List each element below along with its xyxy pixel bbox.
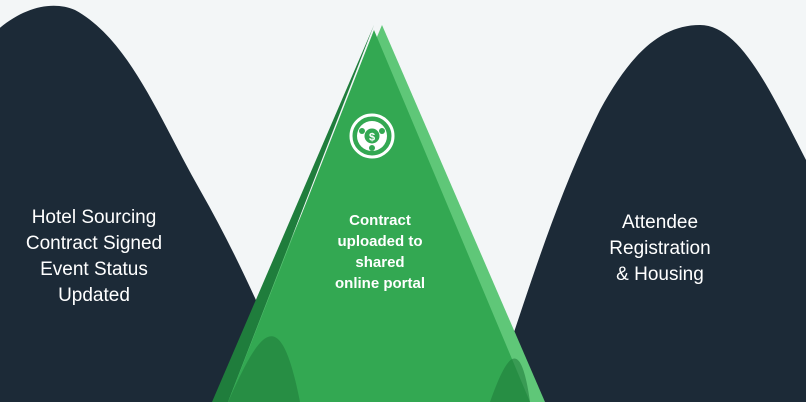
stage-label-contract-uploaded: Contract uploaded to shared online porta… bbox=[335, 212, 425, 292]
diagram-shapes bbox=[0, 5, 806, 402]
stage-label-hotel-sourcing: Hotel Sourcing Contract Signed Event Sta… bbox=[25, 207, 163, 306]
process-diagram: $ Hotel Sourcing Contract Signed Event S… bbox=[0, 0, 806, 402]
stage-label-attendee-registration: Attendee Registration & Housing bbox=[609, 212, 711, 285]
svg-text:$: $ bbox=[369, 132, 375, 144]
contract-portal-icon: $ bbox=[348, 112, 396, 160]
